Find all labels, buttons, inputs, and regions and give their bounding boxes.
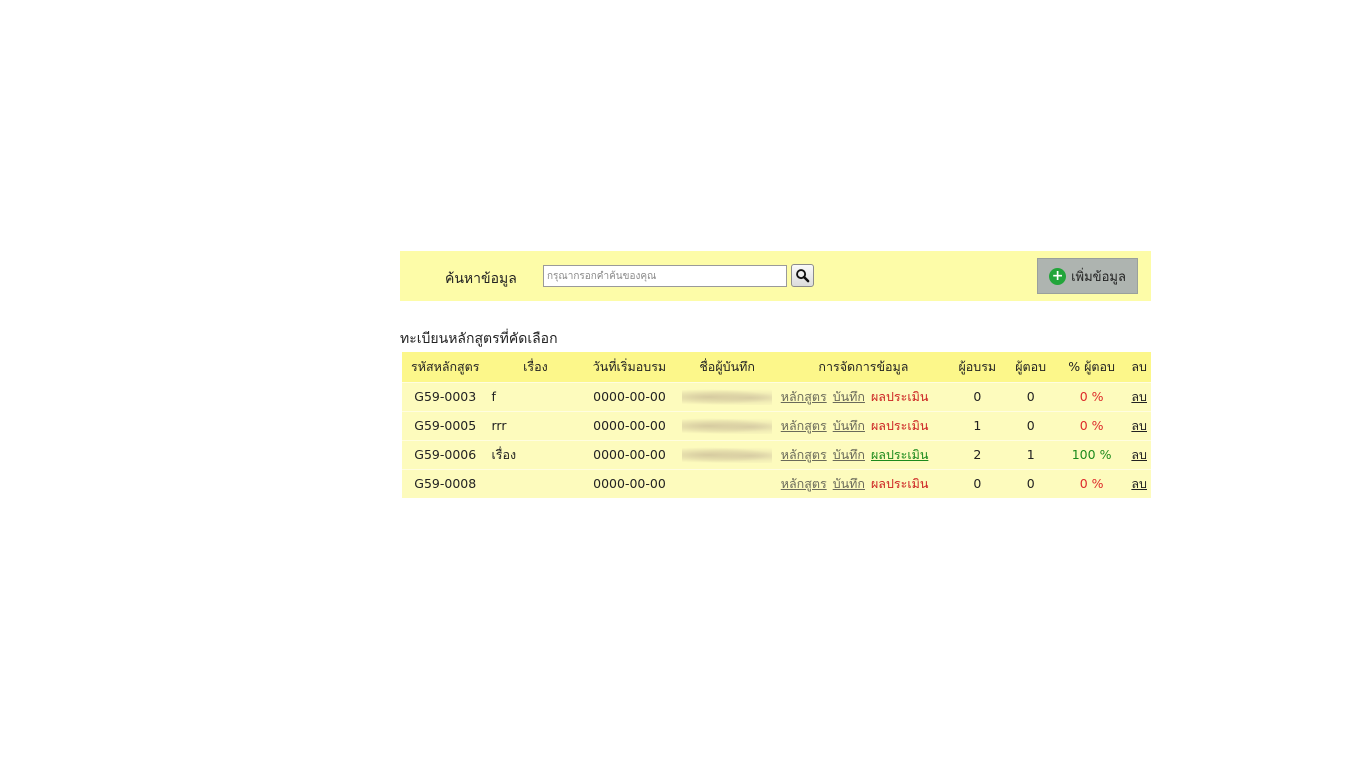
- header-code: รหัสหลักสูตร: [411, 358, 480, 374]
- header-delete: ลบ: [1131, 358, 1147, 374]
- manage-actions: หลักสูตร บันทึก ผลประเมิน: [778, 382, 949, 411]
- course-subject: rrr: [491, 418, 507, 433]
- search-bar: ค้นหาข้อมูล + เพิ่มข้อมูล: [400, 251, 1151, 301]
- course-code: G59-0006: [414, 447, 477, 462]
- header-subject: เรื่อง: [523, 358, 548, 374]
- evaluation-link[interactable]: ผลประเมิน: [871, 447, 928, 462]
- course-code: G59-0008: [414, 476, 477, 492]
- delete-cell: ลบ: [1127, 469, 1151, 498]
- trainee-count: 0: [973, 389, 982, 404]
- manage-actions: หลักสูตร บันทึก ผลประเมิน: [778, 440, 949, 469]
- responder-count: 1: [1026, 447, 1035, 462]
- response-percent: 100 %: [1071, 447, 1112, 462]
- recorder-name-redacted: [677, 382, 778, 411]
- start-date: 0000-00-00: [593, 447, 666, 462]
- evaluation-link: ผลประเมิน: [870, 417, 929, 433]
- course-subject: [489, 469, 583, 498]
- header-responders: ผู้ตอบ: [1015, 358, 1047, 374]
- course-subject: เรื่อง: [491, 446, 517, 462]
- delete-cell: ลบ: [1127, 411, 1151, 440]
- recorder-name-redacted: [677, 440, 778, 469]
- header-trainees: ผู้อบรม: [958, 358, 997, 374]
- manage-actions: หลักสูตร บันทึก ผลประเมิน: [778, 411, 949, 440]
- recorder-name-empty: [677, 469, 778, 498]
- delete-link[interactable]: ลบ: [1131, 418, 1147, 433]
- response-percent: 0 %: [1079, 418, 1104, 433]
- responder-count: 0: [1026, 476, 1035, 492]
- record-link[interactable]: บันทึก: [833, 476, 865, 491]
- record-link[interactable]: บันทึก: [833, 389, 865, 404]
- add-data-button[interactable]: + เพิ่มข้อมูล: [1037, 258, 1138, 294]
- course-link[interactable]: หลักสูตร: [781, 418, 827, 433]
- course-subject: f: [491, 389, 496, 404]
- header-recorder: ชื่อผู้บันทึก: [699, 358, 755, 374]
- evaluation-link: ผลประเมิน: [870, 388, 929, 404]
- recorder-name-redacted: [677, 411, 778, 440]
- table-row: G59-0008 0000-00-00 หลักสูตร บันทึก ผลประเ…: [402, 469, 1151, 498]
- section-title: ทะเบียนหลักสูตรที่คัดเลือก: [400, 331, 558, 347]
- response-percent: 0 %: [1079, 389, 1104, 404]
- record-link[interactable]: บันทึก: [833, 447, 865, 462]
- course-link[interactable]: หลักสูตร: [781, 389, 827, 404]
- magnifier-icon: [796, 269, 810, 283]
- search-input[interactable]: [543, 265, 787, 287]
- course-link[interactable]: หลักสูตร: [781, 476, 827, 491]
- course-table: รหัสหลักสูตร เรื่อง วันที่เริ่มอบรม ชื่อ…: [402, 352, 1151, 498]
- trainee-count: 2: [973, 447, 982, 462]
- responder-count: 0: [1026, 418, 1035, 433]
- trainee-count: 1: [973, 418, 982, 433]
- search-button[interactable]: [791, 264, 814, 287]
- course-code: G59-0005: [414, 418, 477, 433]
- add-data-label: เพิ่มข้อมูล: [1071, 269, 1126, 285]
- table-row: G59-0003 f 0000-00-00 หลักสูตร บันทึก ผลปร…: [402, 382, 1151, 411]
- delete-link[interactable]: ลบ: [1131, 447, 1147, 462]
- header-manage: การจัดการข้อมูล: [818, 358, 909, 374]
- course-link[interactable]: หลักสูตร: [781, 447, 827, 462]
- manage-actions: หลักสูตร บันทึก ผลประเมิน: [778, 469, 949, 498]
- content-area: ค้นหาข้อมูล + เพิ่มข้อมูล ทะเบียนหลักสูต…: [400, 251, 1151, 498]
- delete-link[interactable]: ลบ: [1131, 389, 1147, 404]
- response-percent: 0 %: [1079, 476, 1104, 492]
- delete-link[interactable]: ลบ: [1131, 476, 1147, 491]
- responder-count: 0: [1026, 389, 1035, 404]
- course-code: G59-0003: [414, 389, 477, 404]
- search-label: ค้นหาข้อมูล: [445, 271, 517, 287]
- evaluation-link: ผลประเมิน: [870, 475, 929, 491]
- delete-cell: ลบ: [1127, 440, 1151, 469]
- table-header-row: รหัสหลักสูตร เรื่อง วันที่เริ่มอบรม ชื่อ…: [402, 352, 1151, 382]
- trainee-count: 0: [973, 476, 982, 492]
- table-row: G59-0005 rrr 0000-00-00 หลักสูตร บันทึก ผล…: [402, 411, 1151, 440]
- table-row: G59-0006 เรื่อง 0000-00-00 หลักสูตร บันทึ…: [402, 440, 1151, 469]
- delete-cell: ลบ: [1127, 382, 1151, 411]
- start-date: 0000-00-00: [593, 476, 666, 492]
- start-date: 0000-00-00: [593, 418, 666, 433]
- header-start-date: วันที่เริ่มอบรม: [592, 358, 667, 374]
- record-link[interactable]: บันทึก: [833, 418, 865, 433]
- header-percent: % ผู้ตอบ: [1068, 358, 1115, 374]
- plus-circle-icon: +: [1049, 267, 1067, 285]
- start-date: 0000-00-00: [593, 389, 666, 404]
